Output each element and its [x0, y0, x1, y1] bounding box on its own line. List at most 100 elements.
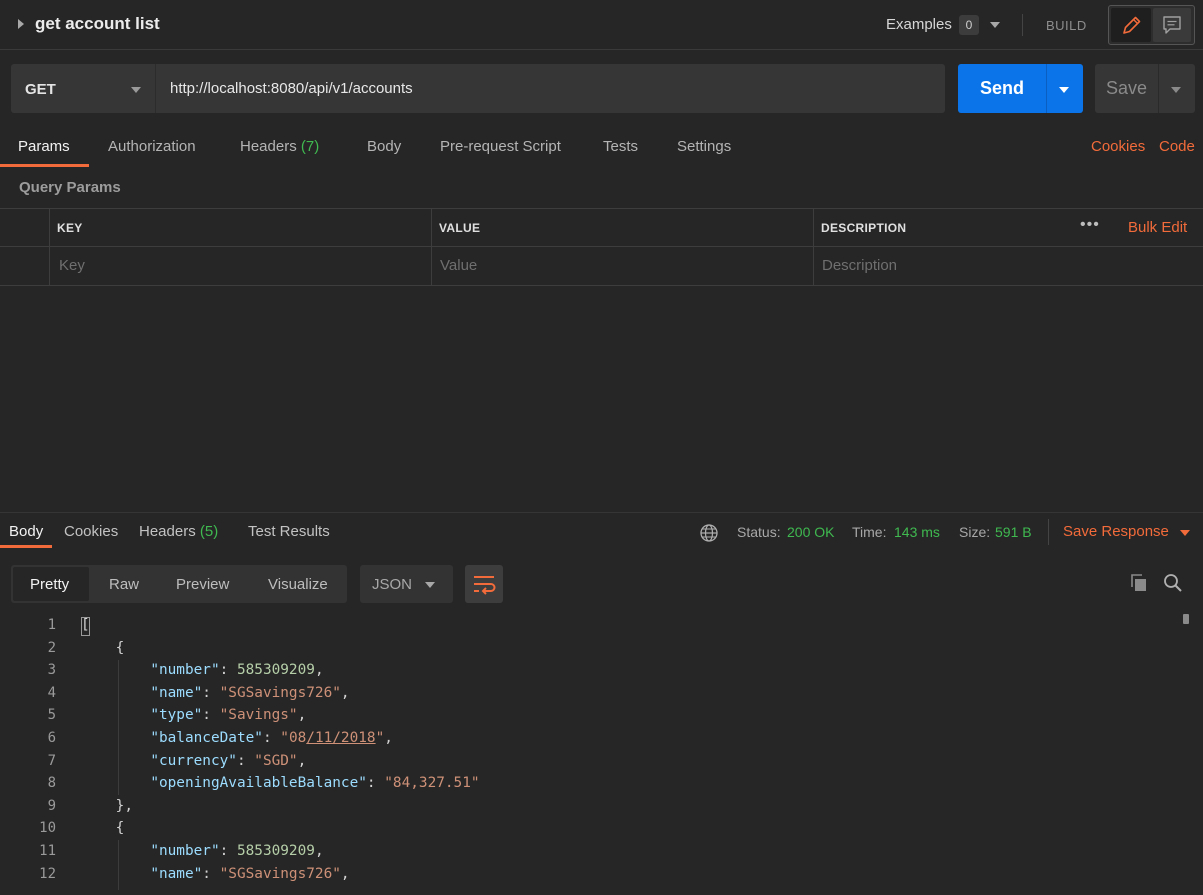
response-tab-test-results[interactable]: Test Results — [248, 523, 330, 540]
code-line: "balanceDate": "08/11/2018", — [81, 730, 393, 746]
column-header-description: DESCRIPTION — [821, 221, 907, 235]
chevron-down-icon[interactable] — [425, 582, 435, 588]
json-string: "SGSavings726" — [219, 865, 341, 882]
wrap-lines-button[interactable] — [465, 565, 503, 603]
send-button[interactable]: Send — [958, 64, 1046, 113]
json-punctuation: : — [202, 707, 220, 724]
method-label[interactable]: GET — [25, 81, 56, 98]
pane-divider[interactable] — [0, 512, 1203, 513]
tab-tests[interactable]: Tests — [603, 138, 638, 155]
json-number: 585309209 — [236, 662, 315, 679]
chevron-down-icon[interactable] — [1180, 530, 1190, 536]
line-number: 3 — [47, 662, 56, 679]
json-punctuation: , — [297, 707, 307, 724]
comment-mode-button[interactable] — [1153, 8, 1191, 42]
search-icon[interactable] — [1162, 572, 1184, 594]
tab-headers-label: Headers — [240, 138, 297, 155]
json-string: /11/2018 — [306, 730, 376, 746]
examples-button[interactable]: Examples — [886, 16, 952, 33]
line-number: 2 — [47, 639, 56, 656]
line-number: 6 — [47, 730, 56, 746]
request-title[interactable]: get account list — [35, 14, 160, 34]
json-number: 585309209 — [236, 843, 315, 859]
json-key: "currency" — [150, 752, 237, 769]
more-options-icon[interactable]: ••• — [1080, 216, 1100, 234]
response-headers-count: (5) — [199, 523, 219, 540]
chevron-down-icon[interactable] — [990, 22, 1000, 28]
json-punctuation: : — [219, 843, 237, 859]
save-response-button[interactable]: Save Response — [1063, 523, 1169, 540]
tab-headers[interactable]: Headers (7) — [240, 138, 319, 155]
json-string: "SGSavings726" — [219, 684, 341, 701]
active-tab-indicator — [0, 545, 52, 548]
tab-params[interactable]: Params — [18, 138, 70, 155]
cookies-link[interactable]: Cookies — [1091, 138, 1145, 155]
response-tab-cookies[interactable]: Cookies — [64, 523, 118, 540]
chevron-down-icon[interactable] — [131, 87, 141, 93]
code-line: { — [81, 640, 125, 656]
save-button[interactable]: Save — [1095, 64, 1158, 113]
chevron-down-icon[interactable] — [1171, 87, 1181, 93]
params-table — [0, 208, 1203, 286]
response-tab-headers[interactable]: Headers (5) — [139, 523, 218, 540]
bulk-edit-link[interactable]: Bulk Edit — [1128, 219, 1187, 236]
code-line: "currency": "SGD", — [81, 753, 306, 769]
tab-body[interactable]: Body — [367, 138, 401, 155]
json-string: "08 — [280, 730, 307, 746]
json-punctuation: , — [297, 752, 307, 769]
code-line: "name": "SGSavings726", — [81, 865, 350, 882]
format-label[interactable]: JSON — [372, 576, 412, 593]
json-punctuation: : — [366, 775, 385, 792]
active-tab-indicator — [0, 164, 89, 167]
response-tab-headers-label: Headers — [139, 523, 196, 540]
status-value[interactable]: 200 OK — [787, 524, 834, 540]
indent-guide — [118, 660, 119, 795]
globe-icon[interactable] — [699, 523, 719, 543]
line-number: 12 — [39, 865, 56, 882]
comment-icon — [1163, 16, 1181, 34]
size-value[interactable]: 591 B — [995, 524, 1032, 540]
json-punctuation: }, — [81, 797, 133, 814]
code-line: }, — [81, 798, 133, 814]
scrollbar-thumb[interactable] — [1183, 614, 1189, 624]
url-input[interactable] — [155, 64, 945, 113]
tab-authorization[interactable]: Authorization — [108, 138, 196, 155]
edit-mode-button[interactable] — [1111, 8, 1151, 42]
table-row-divider — [0, 246, 1203, 247]
code-line: "openingAvailableBalance": "84,327.51" — [81, 775, 479, 792]
key-input[interactable]: Key — [59, 257, 85, 274]
copy-icon[interactable] — [1128, 572, 1150, 594]
tab-settings[interactable]: Settings — [677, 138, 731, 155]
code-link[interactable]: Code — [1159, 138, 1195, 155]
value-input[interactable]: Value — [440, 257, 477, 274]
view-pretty[interactable]: Pretty — [30, 576, 69, 593]
line-number: 5 — [47, 707, 56, 724]
chevron-down-icon[interactable] — [1059, 87, 1069, 93]
json-punctuation: : — [236, 752, 255, 769]
description-input[interactable]: Description — [822, 257, 897, 274]
view-raw[interactable]: Raw — [109, 576, 139, 593]
indent-guide — [118, 840, 119, 890]
json-punctuation — [81, 843, 150, 859]
view-visualize[interactable]: Visualize — [268, 576, 328, 593]
response-tab-body[interactable]: Body — [9, 523, 43, 540]
examples-count-badge: 0 — [959, 15, 979, 35]
json-punctuation: , — [314, 662, 324, 679]
tab-pre-request-script[interactable]: Pre-request Script — [440, 138, 561, 155]
time-label: Time: — [852, 524, 887, 540]
divider — [1022, 14, 1023, 36]
code-line: "type": "Savings", — [81, 707, 306, 723]
line-number: 9 — [47, 797, 56, 814]
json-punctuation: , — [340, 865, 350, 882]
time-value[interactable]: 143 ms — [894, 524, 940, 540]
json-punctuation: { — [81, 820, 125, 837]
caret-right-icon[interactable] — [18, 19, 24, 29]
json-key: "type" — [150, 707, 203, 724]
pencil-icon — [1123, 16, 1141, 34]
json-punctuation — [81, 662, 150, 678]
build-label: BUILD — [1046, 18, 1087, 33]
json-punctuation: : — [202, 865, 220, 882]
json-key: "openingAvailableBalance" — [150, 775, 367, 792]
line-number: 10 — [39, 820, 56, 837]
view-preview[interactable]: Preview — [176, 576, 229, 593]
